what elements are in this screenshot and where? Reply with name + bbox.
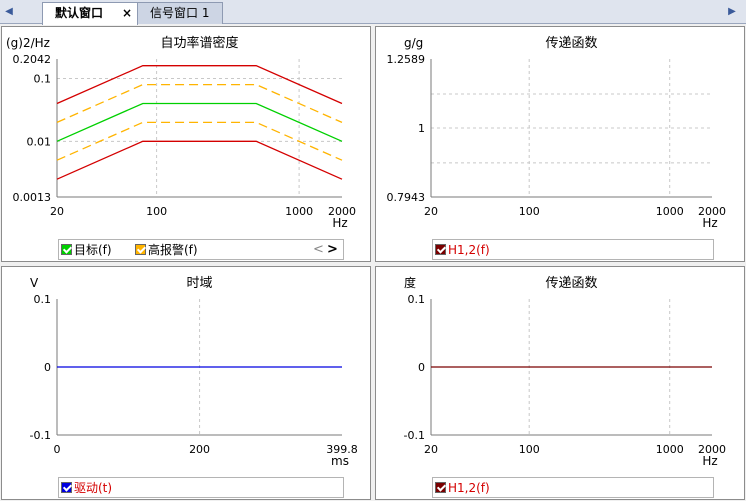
legend-item-drive[interactable]: 驱动(t)	[61, 480, 112, 496]
phase-chart: 传递函数 度 Hz 20 100 1000 2000 0.1 0 -0.1	[404, 275, 726, 468]
y-tick-label: -0.1	[30, 429, 51, 442]
y-tick-label: 0.01	[27, 135, 52, 148]
x-tick-label: 2000	[328, 205, 356, 218]
chart-title: 时域	[186, 276, 212, 291]
x-tick-label: 200	[189, 443, 210, 456]
y-tick-label: 0.0013	[13, 191, 52, 204]
y-unit-label: g/g	[404, 36, 423, 50]
close-icon[interactable]: ×	[122, 3, 132, 23]
x-tick-label: 20	[424, 205, 438, 218]
y-tick-label: 0.1	[34, 72, 52, 85]
x-tick-label: 1000	[285, 205, 313, 218]
x-tick-label: 1000	[656, 443, 684, 456]
y-tick-label: 0.7943	[387, 191, 426, 204]
y-tick-label: 0	[418, 361, 425, 374]
legend-prev-icon[interactable]: <	[313, 242, 324, 258]
legend-label: H1,2(f)	[448, 243, 490, 257]
chart-title: 自功率谱密度	[160, 35, 238, 51]
y-unit-label: (g)2/Hz	[6, 36, 50, 50]
checkbox-icon[interactable]	[435, 244, 446, 255]
x-unit-label: ms	[331, 454, 349, 468]
x-tick-label: 100	[146, 205, 167, 218]
tab-label: 默认窗口	[55, 6, 104, 20]
y-tick-label: 0.1	[34, 293, 52, 306]
y-unit-label: V	[30, 276, 39, 290]
checkbox-icon[interactable]	[435, 482, 446, 493]
x-tick-label: 2000	[698, 443, 726, 456]
x-unit-label: Hz	[702, 216, 717, 230]
tab-strip: ◀ 默认窗口 × 信号窗口 1 ▶	[0, 0, 746, 25]
psd-legend: 目标(f) 高报警(f) < >	[58, 239, 344, 260]
x-tick-label: 2000	[698, 205, 726, 218]
legend-label: H1,2(f)	[448, 481, 490, 495]
transfer-function-legend: H1,2(f)	[432, 239, 714, 260]
y-unit-label: 度	[404, 275, 416, 290]
x-tick-label: 100	[519, 205, 540, 218]
x-tick-label: 100	[519, 443, 540, 456]
x-unit-label: Hz	[332, 216, 347, 230]
x-tick-label: 20	[424, 443, 438, 456]
x-tick-label: 399.8	[326, 443, 358, 456]
y-tick-label: 0.1	[408, 293, 426, 306]
tab-default-window[interactable]: 默认窗口 ×	[42, 2, 138, 25]
legend-item-h12[interactable]: H1,2(f)	[435, 480, 490, 496]
x-tick-label: 20	[50, 205, 64, 218]
legend-label: 目标(f)	[74, 243, 112, 257]
y-tick-label: 1	[418, 122, 425, 135]
transfer-function-chart: 传递函数 g/g Hz 20 100 1000 2000 1.2589 1 0.7943	[387, 36, 727, 230]
legend-next-icon[interactable]: >	[327, 242, 338, 258]
time-domain-legend: 驱动(t)	[58, 477, 344, 498]
y-tick-label: -0.1	[404, 429, 425, 442]
y-tick-label: 0.2042	[13, 53, 52, 66]
chart-title: 传递函数	[545, 276, 597, 291]
checkbox-icon[interactable]	[61, 244, 72, 255]
tab-scroll-right-icon[interactable]: ▶	[726, 5, 738, 19]
tab-label: 信号窗口 1	[150, 6, 210, 20]
phase-panel: 传递函数 度 Hz 20 100 1000 2000 0.1 0 -0.1 H1,2(f)	[375, 266, 745, 500]
time-domain-panel: 时域 Vms 0 200 399.8 0.1 0 -0.1 驱动(t)	[1, 266, 371, 500]
tab-signal-window-1[interactable]: 信号窗口 1	[137, 2, 223, 24]
checkbox-icon[interactable]	[61, 482, 72, 493]
legend-item-h12[interactable]: H1,2(f)	[435, 242, 490, 258]
legend-label: 驱动(t)	[74, 481, 113, 495]
psd-chart: 自功率谱密度 (g)2/Hz Hz 20 100 1000 2000 0.2042 0.1 0.0…	[6, 35, 356, 230]
y-tick-label: 1.2589	[387, 53, 426, 66]
checkbox-icon[interactable]	[135, 244, 146, 255]
transfer-function-panel: 传递函数 g/g Hz 20 100 1000 2000 1.2589 1 0.7943 H1,2…	[375, 26, 745, 262]
x-tick-label: 1000	[656, 205, 684, 218]
legend-item-target[interactable]: 目标(f)	[61, 242, 112, 258]
x-tick-label: 0	[54, 443, 61, 456]
phase-legend: H1,2(f)	[432, 477, 714, 498]
x-unit-label: Hz	[702, 454, 717, 468]
psd-panel: 自功率谱密度 (g)2/Hz Hz 20 100 1000 2000 0.2042 0.1 0.0…	[1, 26, 371, 262]
legend-item-high-alarm[interactable]: 高报警(f)	[135, 242, 198, 258]
time-domain-chart: 时域Vms0 200 399.80.10-0.1	[30, 276, 358, 468]
chart-title: 传递函数	[545, 36, 597, 51]
y-tick-label: 0	[44, 361, 51, 374]
tab-scroll-left-icon[interactable]: ◀	[3, 5, 15, 19]
legend-label: 高报警(f)	[148, 243, 198, 257]
